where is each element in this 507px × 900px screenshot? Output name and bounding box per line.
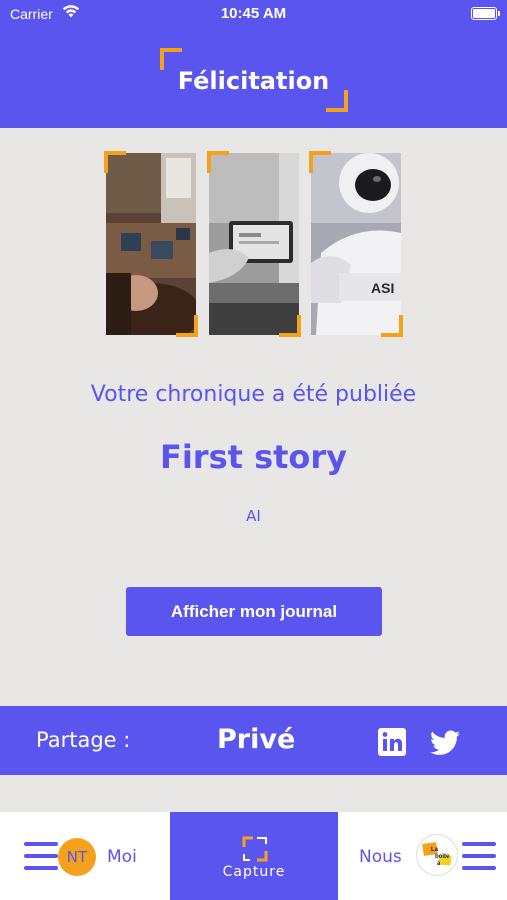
header-bracket-bottom-right	[326, 90, 348, 112]
photo-asimo-robot: ASI	[311, 153, 401, 335]
photo-asimo-corner-top-left	[309, 151, 331, 173]
photo-office	[106, 153, 196, 335]
view-journal-button[interactable]: Afficher mon journal	[126, 587, 382, 636]
tab-nous-label: Nous	[359, 847, 402, 867]
tab-bar: NT Moi Capture Nous La boîte à	[0, 812, 507, 900]
privacy-toggle[interactable]: Privé	[217, 724, 295, 755]
capture-icon	[242, 836, 268, 862]
photo-robot-hand	[209, 153, 299, 335]
svg-text:ASI: ASI	[371, 280, 394, 296]
header: Félicitation	[0, 28, 507, 128]
story-title: First story	[159, 438, 348, 476]
tab-nous[interactable]: Nous La boîte à	[338, 812, 507, 900]
story-tag: AI	[246, 507, 261, 525]
linkedin-icon[interactable]	[378, 728, 406, 756]
menu-icon[interactable]	[462, 842, 496, 870]
la-boite-logo-icon: La boîte à	[422, 842, 452, 867]
photo-asimo-corner-bottom-right	[381, 315, 403, 337]
page-title: Félicitation	[177, 67, 330, 95]
battery-icon	[471, 7, 500, 20]
share-bar: Partage : Privé	[0, 706, 507, 775]
menu-icon[interactable]	[24, 842, 58, 870]
la-boite-logo[interactable]: La boîte à	[416, 834, 458, 876]
photo-robot-hand-corner-bottom-right	[279, 315, 301, 337]
svg-text:boîte: boîte	[435, 854, 450, 860]
photo-robot-hand-corner-top-left	[207, 151, 229, 173]
share-label: Partage :	[36, 728, 131, 752]
svg-text:La: La	[431, 847, 439, 853]
published-message: Votre chronique a été publiée	[90, 382, 417, 407]
tab-capture-label: Capture	[222, 864, 286, 880]
status-bar: Carrier 10:45 AM	[0, 0, 507, 28]
photo-office-corner-bottom-right	[176, 315, 198, 337]
status-time: 10:45 AM	[220, 5, 287, 22]
tab-moi-label: Moi	[107, 847, 137, 867]
twitter-icon[interactable]	[430, 730, 460, 756]
tab-capture[interactable]: Capture	[170, 812, 338, 900]
photo-office-corner-top-left	[104, 151, 126, 173]
avatar[interactable]: NT	[58, 838, 96, 876]
tab-moi[interactable]: NT Moi	[0, 812, 170, 900]
